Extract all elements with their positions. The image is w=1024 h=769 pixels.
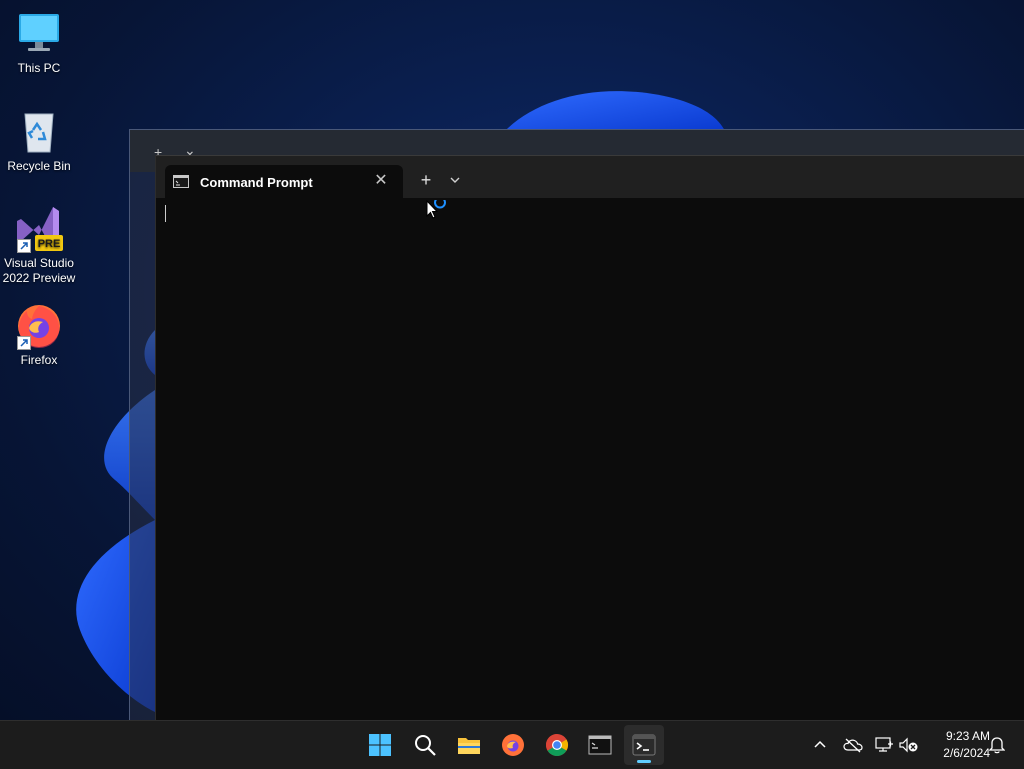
chevron-up-icon	[814, 740, 826, 748]
desktop-icon-recycle-bin[interactable]: Recycle Bin	[0, 108, 78, 174]
command-prompt-icon	[588, 735, 612, 755]
clock[interactable]: 9:23 AM 2/6/2024	[922, 728, 990, 762]
firefox-taskbar-button[interactable]	[493, 725, 533, 765]
tab-close-button[interactable]: ✕	[368, 169, 394, 193]
shortcut-arrow-icon	[17, 336, 31, 350]
show-hidden-icons-button[interactable]	[808, 721, 832, 769]
text-caret	[165, 205, 166, 222]
taskbar: 9:23 AM 2/6/2024	[0, 720, 1024, 769]
volume-muted-icon	[899, 737, 918, 753]
chevron-down-icon	[450, 177, 460, 183]
pre-badge: PRE	[38, 238, 61, 250]
cloud-offline-icon	[843, 738, 863, 753]
search-button[interactable]	[405, 725, 445, 765]
bell-icon	[989, 737, 1005, 754]
desktop-icon-firefox[interactable]: Firefox	[0, 302, 78, 368]
file-explorer-icon	[458, 738, 480, 754]
file-explorer-button[interactable]	[449, 725, 489, 765]
clock-time: 9:23 AM	[945, 729, 990, 743]
desktop-icon-label: Firefox	[20, 353, 58, 367]
desktop-icon-label: This PC	[17, 61, 61, 75]
desktop-icon-label: Visual Studio 2022 Preview	[2, 256, 76, 285]
windows-terminal-icon	[632, 734, 656, 756]
windows-terminal-taskbar-button[interactable]	[624, 725, 664, 765]
active-app-indicator	[637, 760, 651, 763]
recycle-bin-icon	[15, 108, 63, 156]
monitor-icon	[15, 10, 63, 58]
busy-cursor-icon	[426, 200, 446, 219]
firefox-icon	[15, 302, 63, 350]
terminal-tabbar: Command Prompt ✕ +	[156, 155, 1024, 198]
new-tab-button[interactable]: +	[414, 168, 438, 192]
search-icon	[415, 735, 436, 756]
desktop-icon-visual-studio[interactable]: PRE Visual Studio 2022 Preview	[0, 205, 78, 286]
terminal-window[interactable]: Command Prompt ✕ +	[155, 155, 1024, 720]
desktop-icon-this-pc[interactable]: This PC	[0, 10, 78, 76]
start-button[interactable]	[360, 725, 400, 765]
windows-start-icon	[369, 734, 391, 756]
command-prompt-icon	[173, 175, 189, 188]
notifications-button[interactable]	[986, 721, 1008, 769]
chrome-taskbar-button[interactable]	[537, 725, 577, 765]
tab-dropdown-button[interactable]	[445, 168, 465, 192]
tab-title: Command Prompt	[200, 175, 313, 190]
firefox-icon	[502, 734, 524, 756]
desktop-icon-label: Recycle Bin	[7, 159, 71, 173]
network-button[interactable]	[872, 721, 896, 769]
network-icon	[875, 737, 893, 752]
visual-studio-icon: PRE	[15, 205, 63, 253]
chrome-icon	[546, 734, 568, 756]
shortcut-arrow-icon	[17, 239, 31, 253]
command-prompt-taskbar-button[interactable]	[580, 725, 620, 765]
onedrive-status-button[interactable]	[840, 721, 866, 769]
clock-date: 2/6/2024	[943, 746, 990, 760]
volume-button[interactable]	[898, 721, 920, 769]
tab-command-prompt[interactable]: Command Prompt ✕	[165, 165, 403, 198]
